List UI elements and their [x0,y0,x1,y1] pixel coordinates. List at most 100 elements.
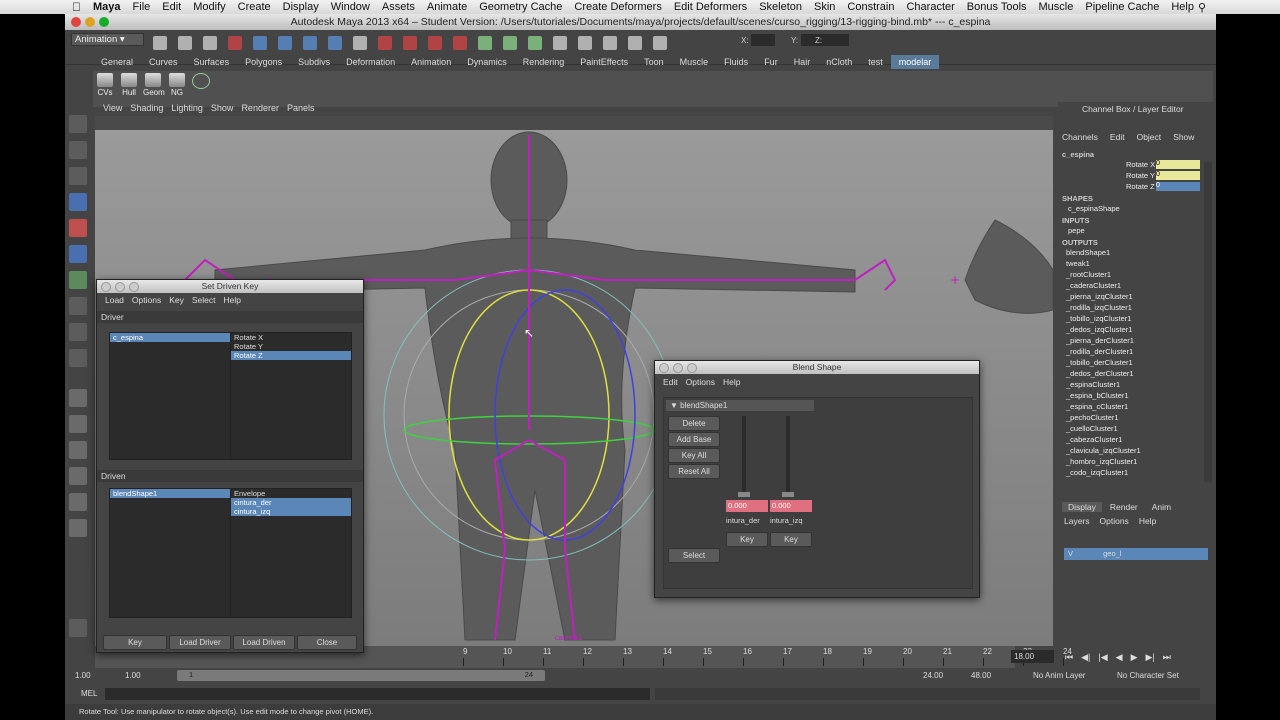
show-manip-icon[interactable] [69,323,87,341]
sdk-menu-help[interactable]: Help [224,293,241,307]
layer-tab-render[interactable]: Render [1104,502,1144,512]
status-line-button-icon[interactable] [553,36,567,50]
apple-icon[interactable]:  [72,0,81,14]
bs-minimize-icon[interactable] [673,363,683,373]
shelf-tab-muscle[interactable]: Muscle [672,55,717,69]
menu-edit-deformers[interactable]: Edit Deformers [674,1,747,13]
sdk-driven-attr-list[interactable]: Envelope cintura_der cintura_izq [230,488,352,618]
layer-tab-anim[interactable]: Anim [1146,502,1177,512]
cb-attr-rotate-x-value[interactable]: 0 [1156,160,1200,169]
shelf-tab-general[interactable]: General [93,55,141,69]
bs-menu-help[interactable]: Help [723,375,740,389]
sdk-menu-options[interactable]: Options [132,293,161,307]
scale-tool-icon[interactable] [69,245,87,263]
bs-menu-options[interactable]: Options [686,375,715,389]
step-forward-icon[interactable]: ▶| [1145,652,1154,663]
last-tool-icon[interactable] [69,349,87,367]
status-line-button-icon[interactable] [278,36,292,50]
cb-output-item[interactable]: _clavicula_izqCluster1 [1066,446,1141,455]
menu-geometry-cache[interactable]: Geometry Cache [479,1,562,13]
status-line-button-icon[interactable] [603,36,617,50]
cb-output-item[interactable]: _rodilla_derCluster1 [1066,347,1133,356]
viewport-menu-view[interactable]: View [103,103,122,116]
bs-slider-handle-der[interactable] [738,492,750,497]
bs-node-header[interactable]: ▼ blendShape1 [666,400,814,411]
cb-output-item[interactable]: _rootCluster1 [1066,270,1111,279]
play-forward-icon[interactable]: ▶ [1131,652,1138,663]
move-tool-icon[interactable] [69,193,87,211]
cb-attr-rotate-y-value[interactable]: 0 [1156,171,1200,180]
layer-menu-layers[interactable]: Layers [1064,516,1090,526]
end-time-field[interactable]: 48.00 [971,671,991,680]
cb-output-item[interactable]: _cabezaCluster1 [1066,435,1122,444]
status-line-button-icon[interactable] [653,36,667,50]
cb-output-item[interactable]: _cuelloCluster1 [1066,424,1118,433]
sdk-driven-object-list[interactable]: blendShape1 [109,488,231,618]
layer-tab-display[interactable]: Display [1062,502,1102,512]
shelf-tab-modelar[interactable]: modelar [890,55,940,69]
cb-attr-rotate-x-label[interactable]: Rotate X [1126,160,1155,169]
menu-character[interactable]: Character [906,1,954,13]
go-to-start-icon[interactable]: ⏮ [1065,652,1073,663]
cb-output-item[interactable]: _rodilla_izqCluster1 [1066,303,1132,312]
sdk-driver-attr-selected[interactable]: Rotate Z [231,351,351,360]
menu-constrain[interactable]: Constrain [847,1,894,13]
cb-output-item[interactable]: _pierna_derCluster1 [1066,336,1134,345]
start-time-field[interactable]: 1.00 [75,671,91,680]
lasso-tool-icon[interactable] [69,141,87,159]
spotlight-search-icon[interactable]: ⚲ [1198,1,1206,14]
viewport-menu-panels[interactable]: Panels [287,103,315,116]
status-line-button-icon[interactable] [628,36,642,50]
menu-app[interactable]: Maya [93,1,121,13]
mel-label[interactable]: MEL [81,689,97,698]
cb-output-item[interactable]: _espina_cCluster1 [1066,402,1128,411]
viewport-menu-renderer[interactable]: Renderer [241,103,279,116]
menu-pipeline-cache[interactable]: Pipeline Cache [1085,1,1159,13]
zoom-icon[interactable] [99,17,109,27]
layer-visibility-toggle[interactable]: V [1068,549,1073,558]
sdk-menu-key[interactable]: Key [169,293,184,307]
menu-animate[interactable]: Animate [427,1,467,13]
mel-input[interactable] [105,688,650,700]
status-line-button-icon[interactable] [178,36,192,50]
cb-output-item[interactable]: _espina_bCluster1 [1066,391,1129,400]
shelf-tab-rendering[interactable]: Rendering [515,55,573,69]
layer-row[interactable]: V geo_l [1064,548,1208,560]
shelf-tab-painteffects[interactable]: PaintEffects [572,55,636,69]
status-line-button-icon[interactable] [253,36,267,50]
status-line-button-icon[interactable] [378,36,392,50]
bs-key-all-button[interactable]: Key All [668,448,720,463]
cb-attr-rotate-y-label[interactable]: Rotate Y [1126,171,1155,180]
outliner-layout-icon[interactable] [69,441,87,459]
bs-zoom-icon[interactable] [687,363,697,373]
paint-select-icon[interactable] [69,167,87,185]
layer-menu-help[interactable]: Help [1139,516,1156,526]
shelf-tab-subdivs[interactable]: Subdivs [290,55,338,69]
sdk-key-button[interactable]: Key [103,635,167,650]
step-back-key-icon[interactable]: ◀| [1081,652,1090,663]
sdk-driver-attr[interactable]: Rotate X [231,333,351,342]
cb-output-item[interactable]: _tobillo_izqCluster1 [1066,314,1131,323]
cb-menu-edit[interactable]: Edit [1110,132,1125,142]
shelf-tab-test[interactable]: test [860,55,891,69]
step-back-icon[interactable]: |◀ [1098,652,1107,663]
cb-output-item[interactable]: _dedos_derCluster1 [1066,369,1134,378]
viewport-menu-show[interactable]: Show [211,103,234,116]
menu-skin[interactable]: Skin [814,1,835,13]
cb-menu-channels[interactable]: Channels [1062,132,1098,142]
status-line-button-icon[interactable] [353,36,367,50]
cb-menu-show[interactable]: Show [1173,132,1194,142]
menu-edit[interactable]: Edit [162,1,181,13]
close-icon[interactable] [71,17,81,27]
menu-skeleton[interactable]: Skeleton [759,1,802,13]
menu-modify[interactable]: Modify [193,1,225,13]
menu-bonus-tools[interactable]: Bonus Tools [967,1,1027,13]
character-set-dropdown[interactable]: No Character Set [1117,671,1179,680]
rotate-tool-icon[interactable] [69,219,87,237]
sdk-driven-object[interactable]: blendShape1 [110,489,230,498]
status-line-button-icon[interactable] [478,36,492,50]
sdk-zoom-icon[interactable] [129,282,139,292]
play-backward-icon[interactable]: ◀ [1116,652,1123,663]
bs-weight-field-izq[interactable]: 0.000 [770,500,812,512]
menu-create-deformers[interactable]: Create Deformers [574,1,661,13]
